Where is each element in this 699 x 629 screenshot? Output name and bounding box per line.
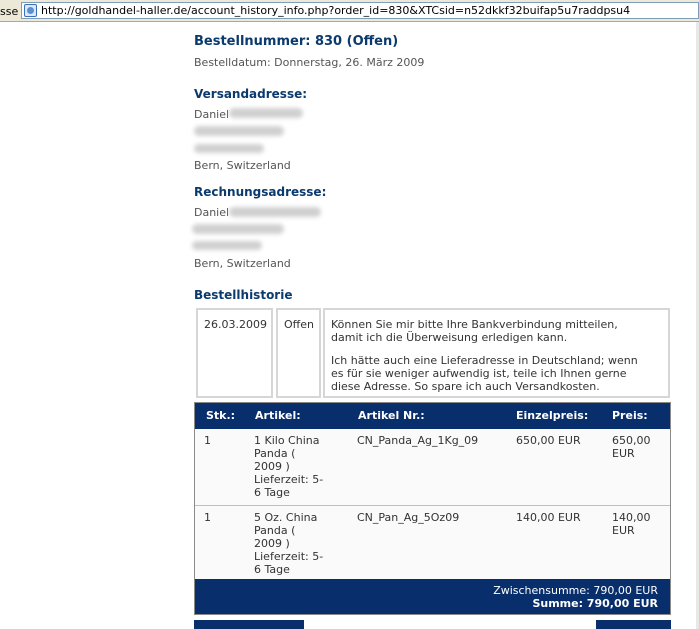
article-line: 6 Tage xyxy=(254,563,290,576)
row-article-no: CN_Pan_Ag_5Oz09 xyxy=(357,511,460,524)
redacted-text xyxy=(194,144,264,153)
article-line: 5 Oz. China xyxy=(254,511,318,524)
history-status: Offen xyxy=(284,318,314,331)
history-date: 26.03.2009 xyxy=(204,318,267,331)
redacted-text xyxy=(194,126,284,136)
history-date-cell: 26.03.2009 xyxy=(196,308,273,398)
price-line: EUR xyxy=(612,447,635,460)
history-comment-line: Ich hätte auch eine Lieferadresse in Deu… xyxy=(331,354,638,367)
url-input[interactable]: http://goldhandel-haller.de/account_hist… xyxy=(21,2,699,19)
row-article: 1 Kilo China Panda ( 2009 ) Lieferzeit: … xyxy=(254,434,323,499)
shipping-heading: Versandadresse: xyxy=(194,87,308,101)
billing-heading: Rechnungsadresse: xyxy=(194,185,327,199)
history-comment-line: es für sie weniger aufwendig ist, teile … xyxy=(331,367,627,380)
article-line: Panda ( xyxy=(254,447,296,460)
row-article: 5 Oz. China Panda ( 2009 ) Lieferzeit: 5… xyxy=(254,511,323,576)
history-comment-cell: Können Sie mir bitte Ihre Bankverbindung… xyxy=(323,308,670,398)
article-line: Panda ( xyxy=(254,524,296,537)
row-price: 140,00 EUR xyxy=(612,511,651,537)
price-line: 140,00 xyxy=(612,511,651,524)
table-footer: Zwischensumme: 790,00 EUR Summe: 790,00 … xyxy=(195,579,670,614)
header-unit-price: Einzelpreis: xyxy=(516,409,589,422)
table-row: 1 1 Kilo China Panda ( 2009 ) Lieferzeit… xyxy=(195,429,670,506)
history-heading: Bestellhistorie xyxy=(194,288,293,302)
order-date: Bestelldatum: Donnerstag, 26. März 2009 xyxy=(194,56,425,69)
shipping-name: Daniel xyxy=(194,108,230,121)
header-article-no: Artikel Nr.: xyxy=(358,409,425,422)
header-article: Artikel: xyxy=(255,409,301,422)
page-icon xyxy=(24,4,37,17)
history-comment-line: diese Adresse. So spare ich auch Versand… xyxy=(331,380,600,393)
row-qty: 1 xyxy=(204,511,211,524)
article-line: 2009 ) xyxy=(254,537,290,550)
row-qty: 1 xyxy=(204,434,211,447)
address-label: sse xyxy=(0,5,19,18)
print-button[interactable] xyxy=(596,620,671,629)
article-line: 2009 ) xyxy=(254,460,290,473)
table-row: 1 5 Oz. China Panda ( 2009 ) Lieferzeit:… xyxy=(195,506,670,579)
row-price: 650,00 EUR xyxy=(612,434,651,460)
header-qty: Stk.: xyxy=(206,409,236,422)
subtotal: Zwischensumme: 790,00 EUR xyxy=(493,584,658,597)
order-products-table: Stk.: Artikel: Artikel Nr.: Einzelpreis:… xyxy=(194,402,671,615)
redacted-text xyxy=(229,108,303,118)
article-line: Lieferzeit: 5- xyxy=(254,550,324,563)
price-line: 650,00 xyxy=(612,434,651,447)
article-line: 1 Kilo China xyxy=(254,434,320,447)
history-comment-line: Können Sie mir bitte Ihre Bankverbindung… xyxy=(331,318,618,331)
url-text: http://goldhandel-haller.de/account_hist… xyxy=(41,4,631,17)
header-price: Preis: xyxy=(612,409,648,422)
billing-name: Daniel xyxy=(194,206,230,219)
total: Summe: 790,00 EUR xyxy=(532,597,658,610)
article-line: 6 Tage xyxy=(254,486,290,499)
redacted-text xyxy=(192,241,262,250)
back-button[interactable] xyxy=(194,620,304,629)
table-header: Stk.: Artikel: Artikel Nr.: Einzelpreis:… xyxy=(195,403,670,429)
price-line: EUR xyxy=(612,524,635,537)
row-article-no: CN_Panda_Ag_1Kg_09 xyxy=(357,434,479,447)
row-unit-price: 650,00 EUR xyxy=(516,434,581,447)
row-unit-price: 140,00 EUR xyxy=(516,511,581,524)
history-status-cell: Offen xyxy=(276,308,321,398)
history-comment-line: damit ich die Überweisung erledigen kann… xyxy=(331,331,568,344)
order-title: Bestellnummer: 830 (Offen) xyxy=(194,34,399,49)
redacted-text xyxy=(192,224,284,234)
address-bar: sse http://goldhandel-haller.de/account_… xyxy=(0,0,699,22)
redacted-text xyxy=(229,207,321,217)
article-line: Lieferzeit: 5- xyxy=(254,473,324,486)
shipping-city: Bern, Switzerland xyxy=(194,159,291,172)
billing-city: Bern, Switzerland xyxy=(194,257,291,270)
